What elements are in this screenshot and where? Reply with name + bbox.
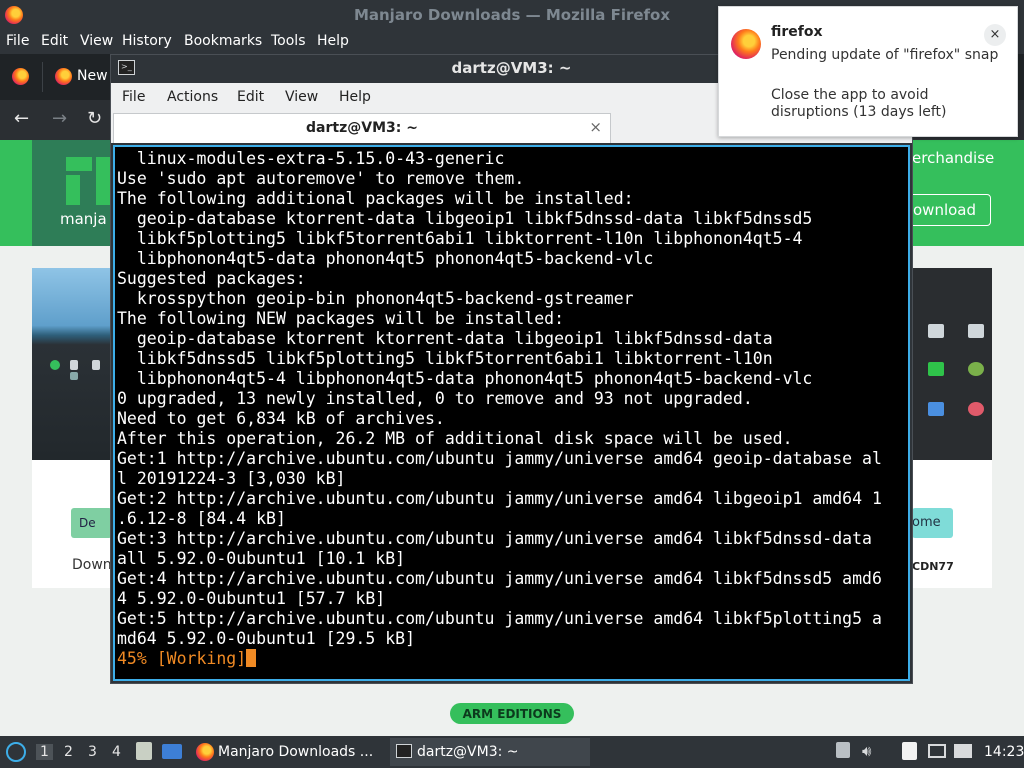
terminal-line: l 20191224-3 [3,030 kB]: [117, 469, 346, 488]
terminal-line: After this operation, 26.2 MB of additio…: [117, 429, 793, 448]
notification-app-name: firefox: [771, 24, 823, 40]
application-launcher-icon[interactable]: [6, 742, 26, 762]
display-icon[interactable]: [928, 744, 946, 758]
close-tab-icon[interactable]: ×: [589, 118, 602, 136]
terminal-tab-label: dartz@VM3: ~: [306, 120, 418, 136]
desktop-3[interactable]: 3: [88, 744, 97, 760]
ff-menu-help[interactable]: Help: [317, 33, 349, 49]
taskbar-task-label: dartz@VM3: ~: [417, 744, 519, 760]
updates-icon[interactable]: [836, 742, 850, 758]
firefox-icon: [196, 743, 214, 761]
terminal-line: libphonon4qt5-data phonon4qt5 phonon4qt5…: [117, 249, 654, 268]
network-icon[interactable]: [954, 744, 972, 758]
tab-separator: [42, 62, 43, 92]
notification-popup[interactable]: firefox × Pending update of "firefox" sn…: [718, 6, 1018, 137]
downloads-label: Down: [72, 557, 112, 573]
ff-menu-history[interactable]: History: [122, 33, 172, 49]
terminal-line: libkf5plotting5 libkf5torrent6abi1 libkt…: [117, 229, 803, 248]
cdn-sponsor[interactable]: CDN77: [912, 560, 954, 573]
firefox-view-icon[interactable]: [12, 68, 29, 85]
terminal-tab[interactable]: dartz@VM3: ~ ×: [113, 113, 611, 143]
clock[interactable]: 14:23: [984, 744, 1024, 760]
edition-screenshot-right: [912, 268, 992, 460]
terminal-progress-line: 45% [Working]: [117, 649, 882, 669]
terminal-line: Get:4 http://archive.ubuntu.com/ubuntu j…: [117, 569, 882, 588]
terminal-line: Use 'sudo apt autoremove' to remove them…: [117, 169, 525, 188]
terminal-line: libphonon4qt5-4 libphonon4qt5-data phono…: [117, 369, 813, 388]
ff-menu-view[interactable]: View: [80, 33, 113, 49]
ff-menu-bookmarks[interactable]: Bookmarks: [184, 33, 262, 49]
terminal-line: libkf5dnssd5 libkf5plotting5 libkf5torre…: [117, 349, 773, 368]
site-logo-text[interactable]: manja: [60, 210, 107, 228]
taskbar-task-firefox[interactable]: Manjaro Downloads ...: [192, 738, 385, 766]
terminal-icon: [396, 744, 412, 758]
ff-menu-edit[interactable]: Edit: [41, 33, 68, 49]
arm-editions-badge[interactable]: ARM EDITIONS: [450, 703, 574, 724]
forward-arrow-icon[interactable]: →: [52, 108, 67, 129]
term-menu-help[interactable]: Help: [339, 89, 371, 105]
clipboard-icon[interactable]: [902, 742, 917, 760]
terminal-line: The following NEW packages will be insta…: [117, 309, 565, 328]
terminal-line: Get:1 http://archive.ubuntu.com/ubuntu j…: [117, 449, 882, 468]
terminal-line: md64 5.92.0-0ubuntu1 [29.5 kB]: [117, 629, 416, 648]
terminal-text: linux-modules-extra-5.15.0-43-generic Use…: [117, 149, 882, 669]
notification-body: Close the app to avoid disruptions (13 d…: [771, 87, 947, 120]
progress-status: 45% [Working]: [117, 649, 247, 668]
terminal-line: geoip-database ktorrent ktorrent-data li…: [117, 329, 773, 348]
download-edition-button[interactable]: De: [71, 508, 112, 538]
terminal-line: linux-modules-extra-5.15.0-43-generic: [117, 149, 505, 168]
term-menu-file[interactable]: File: [122, 89, 145, 105]
file-manager-icon[interactable]: [136, 742, 152, 760]
taskbar-task-label: Manjaro Downloads ...: [218, 744, 374, 760]
terminal-line: The following additional packages will b…: [117, 189, 634, 208]
ff-menu-tools[interactable]: Tools: [271, 33, 306, 49]
manjaro-logo-icon[interactable]: [66, 157, 114, 205]
terminal-line: Get:3 http://archive.ubuntu.com/ubuntu j…: [117, 529, 882, 548]
tab-new[interactable]: New: [77, 68, 108, 84]
taskbar-task-terminal[interactable]: dartz@VM3: ~: [390, 738, 590, 766]
volume-icon[interactable]: 🔊︎: [862, 742, 871, 760]
tab-firefox-icon: [55, 68, 72, 85]
desktop-1[interactable]: 1: [36, 744, 53, 760]
terminal-line: krosspython geoip-bin phonon4qt5-backend…: [117, 289, 634, 308]
term-menu-edit[interactable]: Edit: [237, 89, 264, 105]
terminal-output[interactable]: linux-modules-extra-5.15.0-43-generic Use…: [113, 145, 910, 681]
show-desktop-icon[interactable]: [162, 744, 182, 759]
terminal-line: Get:2 http://archive.ubuntu.com/ubuntu j…: [117, 489, 882, 508]
terminal-line: 4 5.92.0-0ubuntu1 [57.7 kB]: [117, 589, 386, 608]
homepage-button[interactable]: ome: [912, 508, 953, 538]
reload-icon[interactable]: ↻: [87, 108, 102, 129]
firefox-icon: [731, 29, 761, 59]
download-button[interactable]: ownload: [900, 194, 991, 226]
text-cursor: [246, 649, 257, 667]
back-arrow-icon[interactable]: ←: [14, 108, 29, 129]
edition-screenshot-left: [32, 268, 112, 460]
merchandise-link[interactable]: erchandise: [912, 149, 994, 167]
close-icon[interactable]: ×: [984, 24, 1006, 46]
desktop-4[interactable]: 4: [112, 744, 121, 760]
terminal-line: Get:5 http://archive.ubuntu.com/ubuntu j…: [117, 609, 882, 628]
terminal-line: Suggested packages:: [117, 269, 306, 288]
term-menu-view[interactable]: View: [285, 89, 318, 105]
terminal-line: Need to get 6,834 kB of archives.: [117, 409, 445, 428]
terminal-line: .6.12-8 [84.4 kB]: [117, 509, 286, 528]
terminal-window[interactable]: >_ dartz@VM3: ~ File Actions Edit View H…: [110, 54, 913, 684]
terminal-line: 0 upgraded, 13 newly installed, 0 to rem…: [117, 389, 753, 408]
notification-summary: Pending update of "firefox" snap: [771, 47, 999, 63]
terminal-line: geoip-database ktorrent-data libgeoip1 l…: [117, 209, 813, 228]
term-menu-actions[interactable]: Actions: [167, 89, 218, 105]
terminal-line: all 5.92.0-0ubuntu1 [10.1 kB]: [117, 549, 406, 568]
desktop-2[interactable]: 2: [64, 744, 73, 760]
ff-menu-file[interactable]: File: [6, 33, 29, 49]
